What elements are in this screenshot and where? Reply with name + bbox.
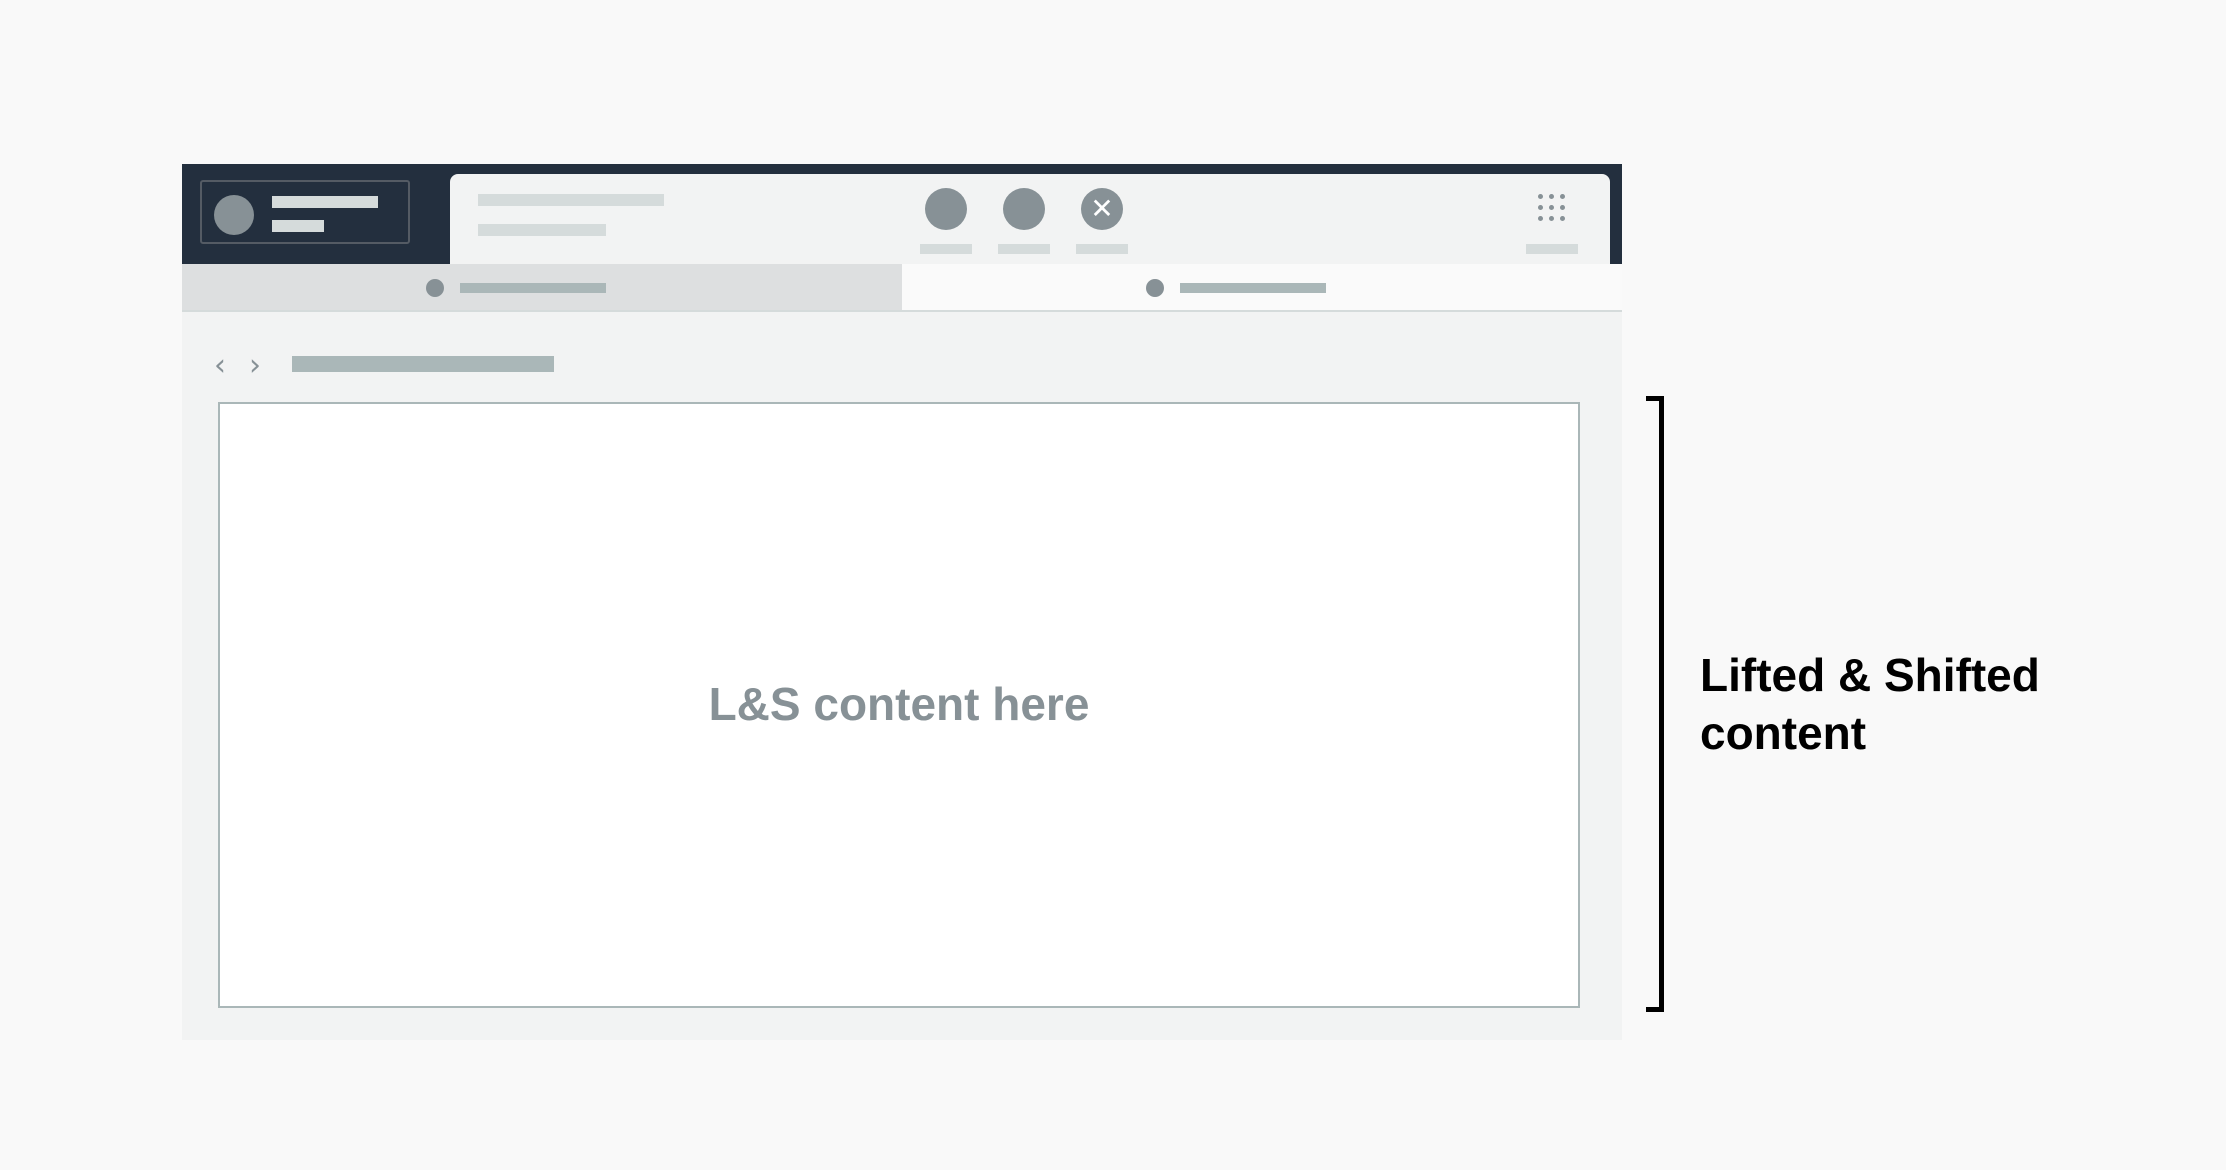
tab-1[interactable]	[182, 264, 902, 310]
annotation-line-1: Lifted & Shifted	[1700, 649, 2040, 701]
close-icon[interactable]: ✕	[1081, 188, 1123, 230]
content-placeholder-text: L&S content here	[708, 678, 1090, 730]
action-label-3-placeholder	[1076, 244, 1128, 254]
tab-1-label-placeholder	[460, 283, 606, 293]
tab-bar	[182, 264, 1622, 312]
tab-1-icon	[426, 279, 444, 297]
action-label-1-placeholder	[920, 244, 972, 254]
grid-label-placeholder	[1526, 244, 1578, 254]
account-name-placeholder	[272, 196, 378, 208]
tab-2[interactable]	[902, 264, 1622, 310]
action-button-2[interactable]	[1003, 188, 1045, 230]
account-id-placeholder	[272, 220, 324, 232]
annotation-label: Lifted & Shifted content	[1700, 646, 2040, 762]
content-area: L&S content here	[218, 402, 1580, 1008]
content-bracket	[1646, 396, 1664, 1012]
action-button-1[interactable]	[925, 188, 967, 230]
top-navigation-bar: ✕	[182, 164, 1622, 264]
browser-frame: ✕ ‹ › L&S content here	[182, 164, 1622, 1040]
account-selector[interactable]	[200, 180, 410, 244]
action-label-2-placeholder	[998, 244, 1050, 254]
header-title-placeholder	[478, 194, 664, 206]
header-subtitle-placeholder	[478, 224, 606, 236]
tab-2-icon	[1146, 279, 1164, 297]
avatar	[214, 195, 254, 235]
annotation-line-2: content	[1700, 707, 1867, 759]
header-panel: ✕	[450, 174, 1610, 264]
back-arrow-icon[interactable]: ‹	[214, 346, 226, 386]
breadcrumb-placeholder	[292, 356, 554, 372]
tab-2-label-placeholder	[1180, 283, 1326, 293]
forward-arrow-icon[interactable]: ›	[249, 346, 261, 386]
app-grid-icon[interactable]	[1538, 194, 1566, 222]
